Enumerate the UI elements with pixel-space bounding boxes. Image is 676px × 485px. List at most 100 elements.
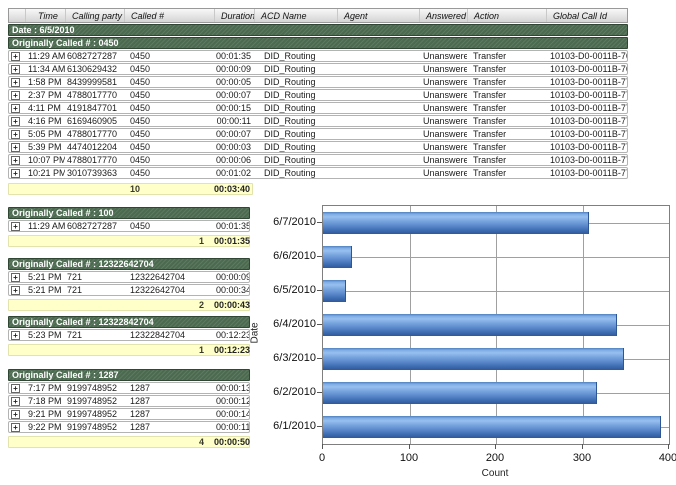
chart-bar — [323, 246, 352, 268]
cell-calling-party: 721 — [65, 272, 124, 282]
chart-plot-area — [322, 205, 670, 445]
cell-duration: 00:01:35 — [214, 51, 254, 61]
cell-global-call-id: 10103-D0-0011B-771 — [546, 90, 627, 100]
y-axis-tick-label: 6/3/2010 — [242, 352, 316, 364]
expand-row-button[interactable]: + — [11, 410, 20, 419]
cell-answered: Unanswered — [419, 142, 467, 152]
cell-action: Transfer — [467, 142, 546, 152]
expand-row-button[interactable]: + — [11, 423, 20, 432]
summary-call-count: 2 — [124, 300, 214, 311]
cell-acd-name: DID_Routing — [254, 168, 337, 178]
table-row: +10:21 PM3010739363045000:01:02DID_Routi… — [8, 167, 628, 179]
expand-row-button[interactable]: + — [11, 169, 20, 178]
column-header-action: Action — [467, 9, 546, 22]
expand-row-button[interactable]: + — [11, 286, 20, 295]
cell-global-call-id: 10103-D0-0011B-778 — [546, 142, 627, 152]
date-group-header: Date : 6/5/2010 — [8, 24, 628, 36]
cell-called: 0450 — [124, 168, 214, 178]
expand-row-button[interactable]: + — [11, 78, 20, 87]
y-axis-tick-label: 6/1/2010 — [242, 420, 316, 432]
table-row: +11:29 AM6082727287045000:01:35DID_Routi… — [8, 50, 628, 62]
expand-row-button[interactable]: + — [11, 130, 20, 139]
expand-row-button[interactable]: + — [11, 331, 20, 340]
call-log-table: TimeCalling party #Called #DurationACD N… — [8, 8, 628, 195]
cell-called: 0450 — [124, 103, 214, 113]
cell-action: Transfer — [467, 168, 546, 178]
expand-row-button[interactable]: + — [11, 156, 20, 165]
x-axis-tick-label: 300 — [560, 452, 604, 464]
cell-calling-party: 4788017770 — [65, 90, 124, 100]
table-row: +2:37 PM4788017770045000:00:07DID_Routin… — [8, 89, 628, 101]
expand-cell: + — [9, 129, 25, 139]
x-axis-tick — [409, 444, 410, 449]
cell-action: Transfer — [467, 116, 546, 126]
cell-agent — [337, 103, 419, 113]
expand-row-button[interactable]: + — [11, 143, 20, 152]
expand-cell: + — [9, 77, 25, 87]
cell-calling-party: 6130629432 — [65, 64, 124, 74]
expand-row-button[interactable]: + — [11, 52, 20, 61]
expand-row-button[interactable]: + — [11, 397, 20, 406]
cell-calling-party: 3010739363 — [65, 168, 124, 178]
expand-cell: + — [9, 90, 25, 100]
column-header-calling-party: Calling party # — [65, 9, 124, 22]
y-axis-tick — [317, 324, 322, 325]
cell-called: 0450 — [124, 129, 214, 139]
called-group-header: Originally Called # : 12322642704 — [8, 258, 250, 270]
cell-time: 10:21 PM — [25, 168, 65, 178]
x-axis-tick — [668, 444, 669, 449]
expand-row-button[interactable]: + — [11, 65, 20, 74]
cell-called: 0450 — [124, 64, 214, 74]
expand-cell: + — [9, 330, 25, 340]
cell-time: 11:34 AM — [25, 64, 65, 74]
expand-row-button[interactable]: + — [11, 104, 20, 113]
y-axis-tick-label: 6/7/2010 — [242, 216, 316, 228]
cell-time: 7:18 PM — [25, 396, 65, 406]
y-axis-tick — [317, 392, 322, 393]
expand-cell: + — [9, 155, 25, 165]
x-axis-tick — [322, 444, 323, 449]
expand-cell: + — [9, 142, 25, 152]
expand-row-button[interactable]: + — [11, 91, 20, 100]
expand-row-button[interactable]: + — [11, 222, 20, 231]
cell-action: Transfer — [467, 77, 546, 87]
cell-called: 1287 — [124, 422, 214, 432]
cell-action: Transfer — [467, 103, 546, 113]
cell-called: 12322642704 — [124, 272, 214, 282]
cell-called: 0450 — [124, 142, 214, 152]
cell-global-call-id: 10103-D0-0011B-76F — [546, 64, 627, 74]
cell-answered: Unanswered — [419, 103, 467, 113]
cell-time: 9:21 PM — [25, 409, 65, 419]
expand-row-button[interactable]: + — [11, 117, 20, 126]
cell-duration: 00:00:05 — [214, 77, 254, 87]
chart-gridline-horizontal — [323, 291, 669, 292]
group-summary-row: 1000:03:40 — [8, 183, 253, 195]
cell-calling-party: 8439999581 — [65, 77, 124, 87]
table-header-row: TimeCalling party #Called #DurationACD N… — [8, 8, 628, 23]
cell-calling-party: 9199748952 — [65, 409, 124, 419]
expand-cell: + — [9, 221, 25, 231]
expand-row-button[interactable]: + — [11, 384, 20, 393]
cell-duration: 00:00:06 — [214, 155, 254, 165]
cell-called: 1287 — [124, 396, 214, 406]
chart-bar — [323, 416, 661, 438]
column-header-called: Called # — [124, 9, 214, 22]
cell-answered: Unanswered — [419, 155, 467, 165]
cell-acd-name: DID_Routing — [254, 51, 337, 61]
x-axis-tick-label: 400 — [646, 452, 676, 464]
cell-calling-party: 9199748952 — [65, 396, 124, 406]
cell-time: 11:29 AM — [25, 221, 65, 231]
cell-calling-party: 6169460905 — [65, 116, 124, 126]
cell-time: 5:23 PM — [25, 330, 65, 340]
cell-agent — [337, 168, 419, 178]
cell-acd-name: DID_Routing — [254, 64, 337, 74]
cell-global-call-id: 10103-D0-0011B-77E — [546, 155, 627, 165]
expand-row-button[interactable]: + — [11, 273, 20, 282]
called-group-header: Originally Called # : 1287 — [8, 369, 250, 381]
cell-calling-party: 9199748952 — [65, 383, 124, 393]
column-header-expand — [9, 9, 25, 22]
cell-answered: Unanswered — [419, 116, 467, 126]
cell-called: 1287 — [124, 409, 214, 419]
cell-answered: Unanswered — [419, 51, 467, 61]
cell-calling-party: 6082727287 — [65, 221, 124, 231]
